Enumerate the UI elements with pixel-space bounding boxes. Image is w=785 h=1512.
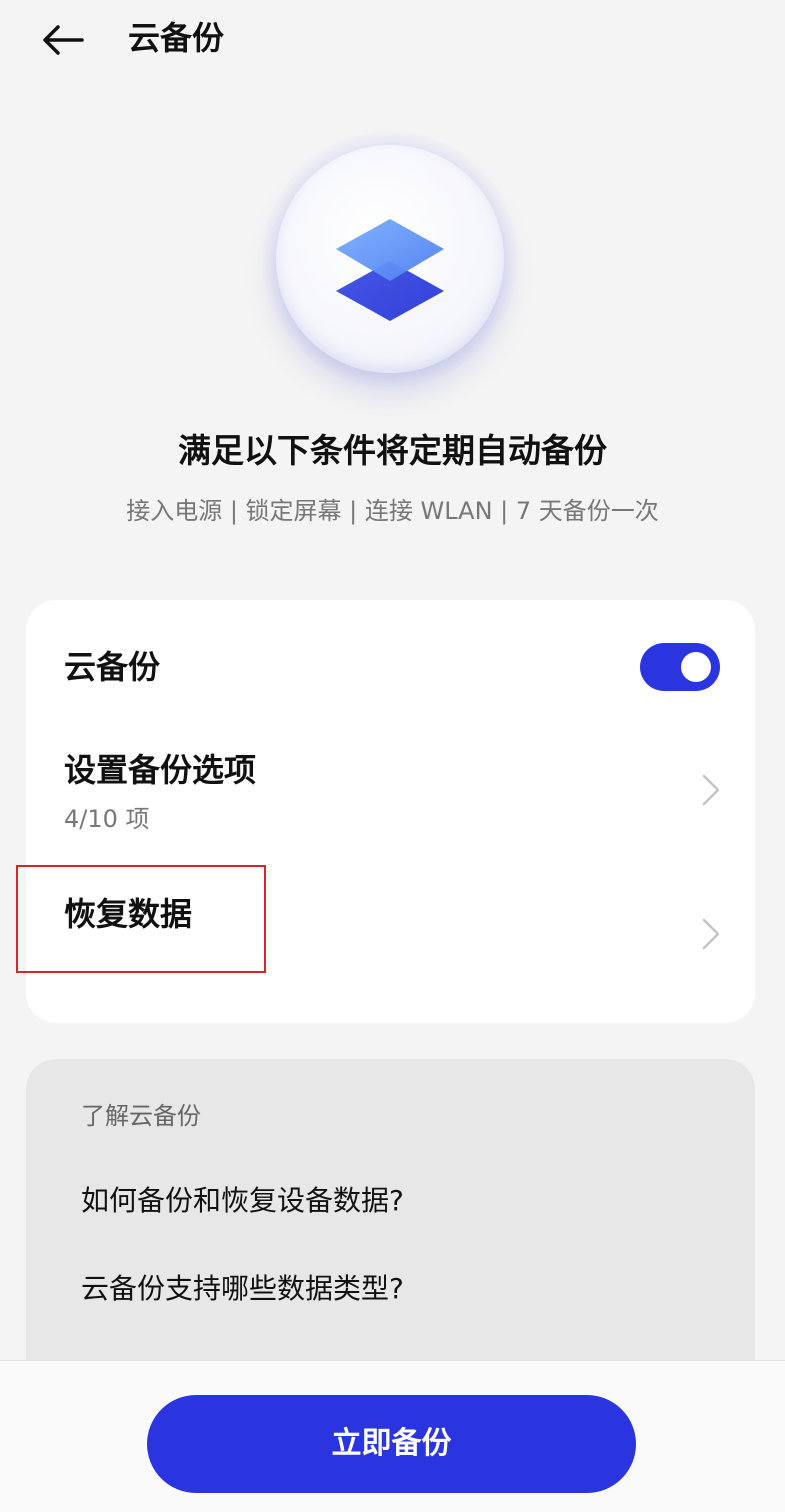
cloud-backup-row: 云备份 (26, 600, 755, 740)
auto-backup-headline: 满足以下条件将定期自动备份 (178, 431, 607, 470)
faq-item[interactable]: 如何备份和恢复设备数据? (81, 1181, 404, 1221)
cloud-backup-label: 云备份 (64, 648, 161, 686)
chevron-right-icon (698, 914, 724, 954)
backup-now-button[interactable]: 立即备份 (147, 1395, 636, 1493)
chevron-right-icon (698, 770, 724, 810)
highlight-box (16, 865, 266, 973)
bottom-bar: 立即备份 (0, 1360, 785, 1512)
hero-illustration (262, 131, 518, 387)
backup-options-label: 设置备份选项 (64, 751, 257, 789)
hero-disc (276, 145, 504, 373)
layers-icon (336, 219, 444, 321)
toggle-knob (681, 652, 711, 682)
settings-card: 云备份 设置备份选项 4/10 项 恢复数据 (16, 600, 755, 1023)
faq-item[interactable]: 云备份支持哪些数据类型? (81, 1269, 404, 1309)
auto-backup-conditions: 接入电源 | 锁定屏幕 | 连接 WLAN | 7 天备份一次 (126, 497, 659, 525)
faq-title: 了解云备份 (81, 1102, 201, 1130)
page-title: 云备份 (128, 19, 225, 57)
arrow-left-icon (43, 25, 84, 55)
backup-options-count: 4/10 项 (64, 805, 150, 833)
cloud-backup-toggle[interactable] (640, 643, 720, 691)
back-button[interactable] (36, 18, 88, 62)
top-bar: 云备份 (0, 0, 785, 80)
backup-options-row[interactable]: 设置备份选项 4/10 项 (26, 740, 755, 870)
